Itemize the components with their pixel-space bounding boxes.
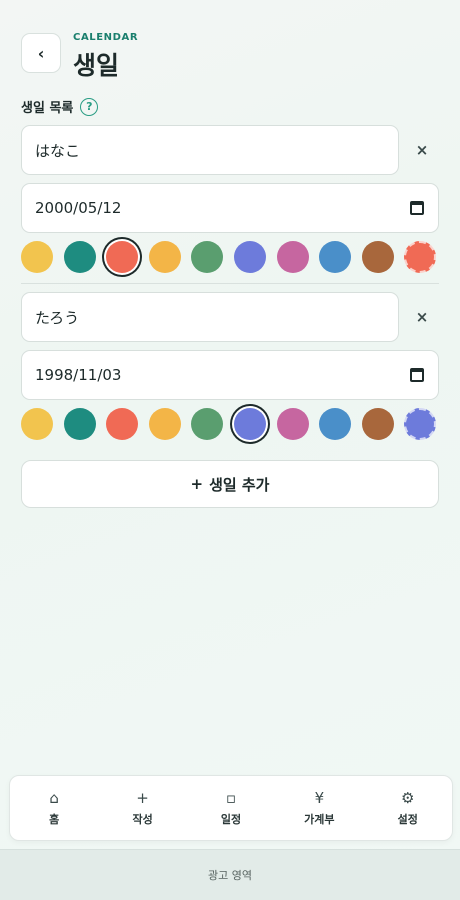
calendar-icon[interactable] — [410, 201, 424, 215]
color-swatch[interactable] — [191, 408, 224, 440]
color-swatch[interactable] — [21, 408, 53, 440]
color-swatch[interactable] — [63, 408, 96, 440]
color-swatch[interactable] — [63, 241, 96, 273]
color-swatch[interactable] — [234, 241, 266, 273]
bottom-nav: ⌂ 홈 + 작성 ▫ 일정 ¥ 가계부 ⚙ 설정 — [9, 775, 453, 841]
color-swatches — [21, 241, 441, 273]
date-value: 1998/11/03 — [35, 366, 122, 384]
date-input[interactable]: 1998/11/03 — [21, 350, 439, 400]
square-icon: ▫ — [225, 789, 237, 807]
plus-icon: + — [190, 475, 204, 493]
color-swatch[interactable] — [191, 241, 224, 273]
color-swatch[interactable] — [106, 408, 139, 440]
section-label: 생일 목록 — [21, 101, 74, 116]
nav-item-settings[interactable]: ⚙ 설정 — [368, 789, 448, 827]
color-swatch[interactable] — [234, 408, 266, 440]
page-title: 생일 — [73, 51, 120, 80]
plus-icon: + — [136, 789, 149, 807]
color-swatch[interactable] — [361, 241, 394, 273]
color-swatch[interactable] — [319, 408, 352, 440]
home-icon: ⌂ — [49, 789, 59, 807]
name-input[interactable]: はなこ — [21, 125, 399, 175]
remove-entry-button[interactable]: × — [413, 141, 431, 159]
color-swatch[interactable] — [148, 408, 181, 440]
close-icon: × — [415, 308, 429, 326]
birthday-list-header: 생일 목록 ? — [21, 97, 99, 116]
ad-label: 광고 영역 — [208, 869, 252, 882]
color-swatch[interactable] — [319, 241, 352, 273]
color-swatches — [21, 408, 441, 440]
add-birthday-label: 생일 추가 — [209, 475, 270, 494]
color-swatch[interactable] — [361, 408, 394, 440]
nav-item-schedule[interactable]: ▫ 일정 — [191, 789, 271, 827]
custom-color-picker[interactable] — [404, 408, 437, 440]
nav-label: 가계부 — [304, 813, 335, 826]
nav-label: 홈 — [49, 813, 60, 826]
calendar-icon[interactable] — [410, 368, 424, 382]
nav-item-budget[interactable]: ¥ 가계부 — [279, 789, 359, 827]
color-swatch[interactable] — [276, 241, 309, 273]
nav-item-write[interactable]: + 작성 — [103, 789, 183, 827]
custom-color-picker[interactable] — [404, 241, 437, 273]
color-swatch[interactable] — [276, 408, 309, 440]
name-input[interactable]: たろう — [21, 292, 399, 342]
help-icon[interactable]: ? — [80, 97, 99, 116]
date-input[interactable]: 2000/05/12 — [21, 183, 439, 233]
color-swatch[interactable] — [148, 241, 181, 273]
chevron-left-icon: ‹ — [37, 43, 45, 63]
date-value: 2000/05/12 — [35, 199, 122, 217]
nav-item-home[interactable]: ⌂ 홈 — [14, 789, 94, 827]
color-swatch[interactable] — [106, 241, 139, 273]
gear-icon: ⚙ — [401, 789, 415, 807]
nav-label: 일정 — [220, 813, 242, 826]
close-icon: × — [415, 141, 429, 159]
nav-label: 작성 — [132, 813, 153, 826]
remove-entry-button[interactable]: × — [413, 308, 431, 326]
yen-icon: ¥ — [314, 789, 325, 807]
nav-label: 설정 — [397, 813, 418, 826]
back-button[interactable]: ‹ — [21, 33, 61, 73]
eyebrow-label: CALENDAR — [73, 32, 139, 43]
color-swatch[interactable] — [21, 241, 53, 273]
page-header: ‹ CALENDAR 생일 — [21, 30, 441, 80]
add-birthday-button[interactable]: + 생일 추가 — [21, 460, 439, 508]
entry-divider — [21, 283, 439, 284]
ad-area: 광고 영역 — [0, 849, 460, 900]
